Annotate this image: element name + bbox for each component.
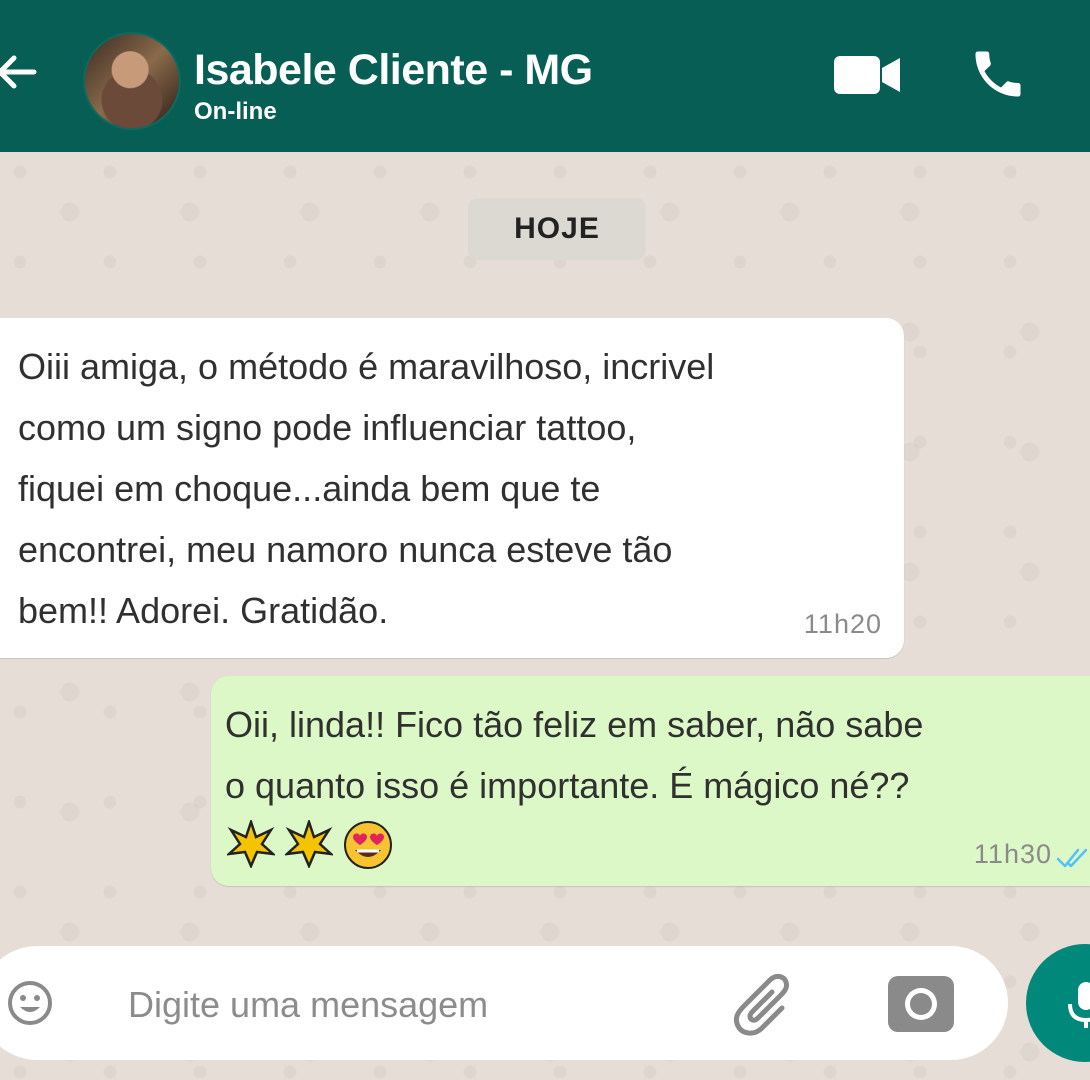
video-call-icon[interactable]	[832, 52, 902, 98]
attach-icon[interactable]	[732, 968, 796, 1040]
incoming-message[interactable]: Oiii amiga, o método é maravilhoso, incr…	[0, 318, 904, 658]
date-divider: HOJE	[468, 198, 646, 260]
contact-name[interactable]: Isabele Cliente - MG	[194, 46, 593, 95]
back-arrow-icon[interactable]	[0, 48, 38, 96]
sparkle-star-icon	[285, 820, 333, 868]
camera-icon[interactable]	[884, 968, 958, 1038]
sparkle-star-icon	[227, 820, 275, 868]
heart-eyes-emoji-icon	[344, 821, 392, 869]
avatar[interactable]	[83, 32, 181, 130]
message-text: Oii, linda!! Fico tão feliz em saber, nã…	[225, 704, 924, 806]
emoji-row	[227, 820, 393, 870]
phone-icon[interactable]	[968, 44, 1028, 104]
message-input[interactable]	[126, 974, 690, 1036]
read-receipt-icon	[1056, 846, 1090, 870]
chat-header: Isabele Cliente - MG On-line	[0, 0, 1090, 152]
outgoing-message[interactable]: Oii, linda!! Fico tão feliz em saber, nã…	[211, 676, 1090, 886]
message-composer	[0, 946, 1008, 1060]
message-time: 11h30	[973, 839, 1052, 869]
contact-status: On-line	[194, 98, 277, 125]
message-text: Oiii amiga, o método é maravilhoso, incr…	[18, 346, 715, 631]
message-time: 11h20	[803, 609, 882, 639]
emoji-icon[interactable]	[0, 972, 52, 1034]
